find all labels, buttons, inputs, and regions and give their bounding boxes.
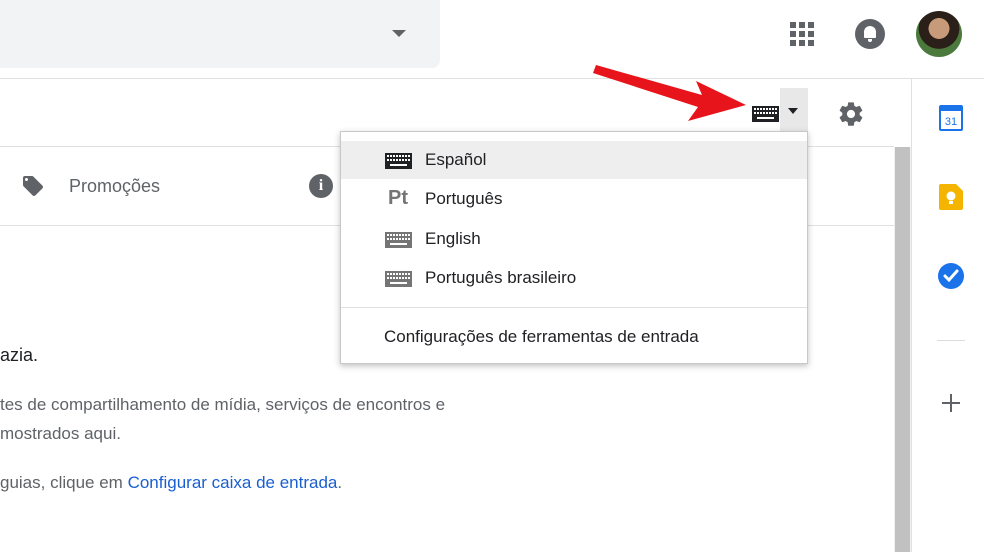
pt-transliteration-icon: Pt	[388, 187, 408, 209]
annotation-arrow-icon	[593, 65, 746, 121]
plus-icon[interactable]	[940, 392, 962, 414]
tab-promotions[interactable]: Promoções	[69, 176, 160, 197]
search-bar[interactable]	[0, 0, 440, 68]
menu-item-english[interactable]: English	[341, 220, 807, 258]
keep-icon[interactable]	[939, 184, 963, 210]
gear-icon[interactable]	[837, 100, 865, 128]
calendar-day: 31	[945, 116, 957, 128]
topbar-divider	[0, 78, 984, 79]
configure-inbox-hint-prefix: guias, clique em	[0, 473, 128, 492]
menu-item-portugues-brasileiro[interactable]: Português brasileiro	[341, 259, 807, 297]
side-panel-divider	[911, 78, 912, 552]
keyboard-icon	[385, 271, 412, 287]
tasks-check-icon	[943, 269, 959, 283]
configure-inbox-link[interactable]: Configurar caixa de entrada	[128, 473, 338, 492]
keyboard-icon	[385, 232, 412, 248]
menu-item-label: Español	[425, 150, 487, 169]
apps-grid-icon[interactable]	[790, 22, 814, 46]
configure-inbox-hint: guias, clique em Configurar caixa de ent…	[0, 473, 342, 493]
keyboard-icon	[385, 153, 412, 169]
input-tools-settings-link[interactable]: Configurações de ferramentas de entrada	[384, 327, 699, 347]
input-tools-dropdown-caret-icon[interactable]	[780, 88, 808, 132]
tasks-icon[interactable]	[938, 263, 964, 289]
menu-separator	[341, 307, 807, 308]
calendar-icon[interactable]: 31	[939, 105, 963, 131]
info-icon[interactable]: i	[309, 174, 333, 198]
menu-item-label: Português	[425, 189, 503, 208]
menu-item-label: Português brasileiro	[425, 268, 577, 287]
tag-icon[interactable]	[20, 174, 46, 198]
avatar[interactable]	[916, 11, 962, 57]
menu-item-espanol[interactable]: Español	[341, 141, 807, 179]
empty-tab-description-line1: tes de compartilhamento de mídia, serviç…	[0, 395, 446, 414]
search-options-caret-icon[interactable]	[392, 30, 406, 37]
keyboard-icon[interactable]	[752, 106, 779, 122]
side-panel-separator	[937, 340, 965, 341]
empty-tab-heading: azia.	[0, 345, 39, 365]
input-tools-button[interactable]	[752, 88, 808, 132]
menu-item-label: English	[425, 229, 481, 248]
empty-tab-description-line2: mostrados aqui.	[0, 424, 121, 443]
bell-icon[interactable]	[855, 19, 885, 49]
configure-inbox-hint-suffix: .	[337, 473, 343, 492]
menu-item-portugues[interactable]: Pt Português	[341, 180, 807, 218]
scrollbar-thumb[interactable]	[895, 147, 910, 552]
input-tools-menu: Español Pt Português English Português b…	[340, 131, 808, 364]
